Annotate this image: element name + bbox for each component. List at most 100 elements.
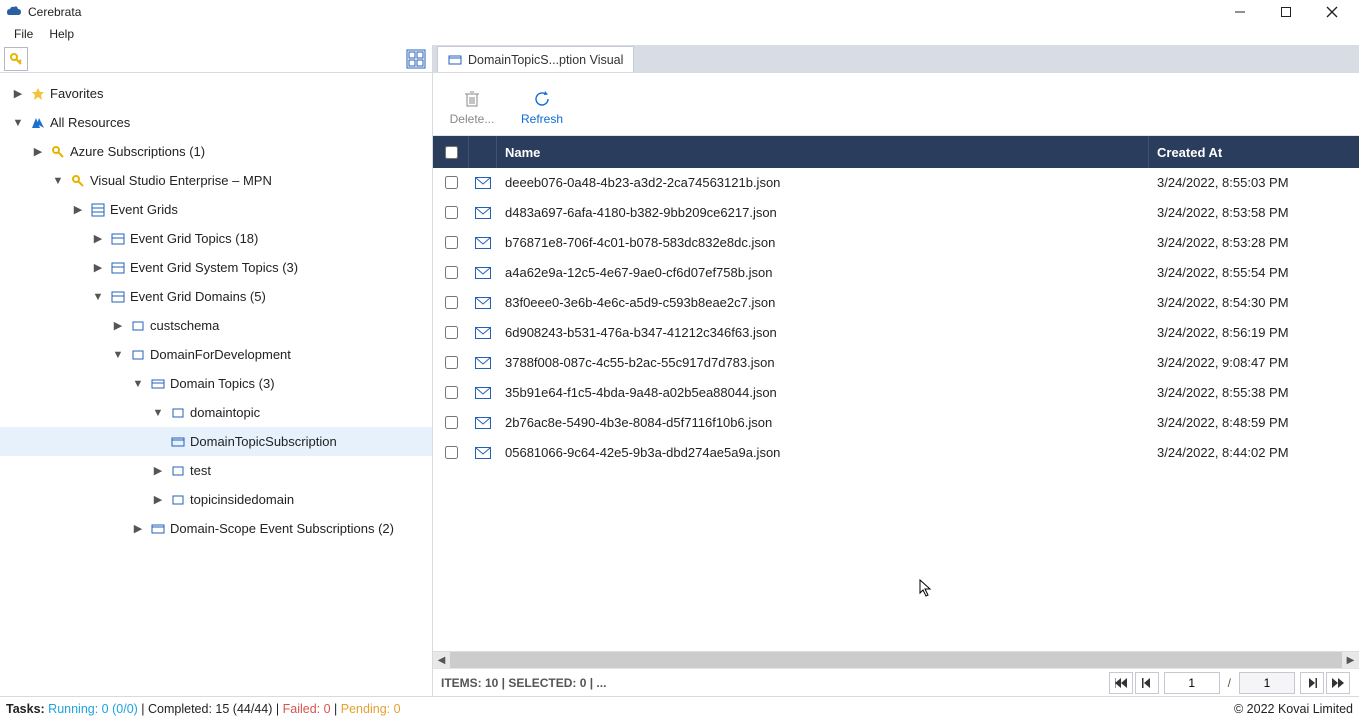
- tab-domaintopicsubscription[interactable]: DomainTopicS...ption Visual: [437, 46, 634, 72]
- topic-item-icon: [170, 492, 186, 508]
- tree-visual-studio-enterprise[interactable]: ▼ Visual Studio Enterprise – MPN: [0, 166, 432, 195]
- expand-icon[interactable]: ▶: [90, 261, 106, 274]
- content-panel: Delete... Refresh Name Created At deeeb0…: [433, 73, 1359, 696]
- delete-button[interactable]: Delete...: [445, 88, 499, 126]
- expand-icon[interactable]: ▶: [110, 319, 126, 332]
- status-pending[interactable]: Pending: 0: [341, 702, 401, 716]
- table-row[interactable]: d483a697-6afa-4180-b382-9bb209ce6217.jso…: [433, 198, 1359, 228]
- next-page-button[interactable]: [1300, 672, 1324, 694]
- tree-domaintopic[interactable]: ▼ domaintopic: [0, 398, 432, 427]
- close-button[interactable]: [1309, 0, 1355, 23]
- page-total: [1239, 672, 1295, 694]
- status-failed[interactable]: Failed: 0: [283, 702, 334, 716]
- row-checkbox[interactable]: [445, 416, 458, 429]
- app-title: Cerebrata: [28, 5, 1217, 19]
- maximize-button[interactable]: [1263, 0, 1309, 23]
- menu-help[interactable]: Help: [41, 25, 82, 43]
- expand-icon[interactable]: ▶: [10, 87, 26, 100]
- tree-all-resources[interactable]: ▼ All Resources: [0, 108, 432, 137]
- table-row[interactable]: 6d908243-b531-476a-b347-41212c346f63.jso…: [433, 318, 1359, 348]
- tree-azure-subscriptions[interactable]: ▶ Azure Subscriptions (1): [0, 137, 432, 166]
- row-checkbox[interactable]: [445, 446, 458, 459]
- select-all-checkbox[interactable]: [433, 136, 469, 168]
- tree-event-grid-topics[interactable]: ▶ Event Grid Topics (18): [0, 224, 432, 253]
- sidebar-tree[interactable]: ▶ Favorites ▼ All Resources ▶ Azure Subs…: [0, 73, 433, 696]
- horizontal-scrollbar[interactable]: ◀ ▶: [433, 651, 1359, 668]
- tree-custschema[interactable]: ▶ custschema: [0, 311, 432, 340]
- prev-page-button[interactable]: [1135, 672, 1159, 694]
- tree-test[interactable]: ▶ test: [0, 456, 432, 485]
- copyright: © 2022 Kovai Limited: [1234, 702, 1353, 716]
- envelope-icon: [469, 267, 497, 279]
- collapse-icon[interactable]: ▼: [90, 291, 106, 303]
- table-row[interactable]: 35b91e64-f1c5-4bda-9a48-a02b5ea88044.jso…: [433, 378, 1359, 408]
- table-row[interactable]: b76871e8-706f-4c01-b078-583dc832e8dc.jso…: [433, 228, 1359, 258]
- expand-icon[interactable]: ▶: [30, 145, 46, 158]
- row-created: 3/24/2022, 8:53:28 PM: [1149, 235, 1359, 250]
- row-checkbox[interactable]: [445, 386, 458, 399]
- expand-icon[interactable]: ▶: [150, 464, 166, 477]
- last-page-button[interactable]: [1326, 672, 1350, 694]
- titlebar: Cerebrata: [0, 0, 1359, 23]
- expand-icon[interactable]: ▶: [150, 493, 166, 506]
- collapse-icon[interactable]: ▼: [150, 407, 166, 419]
- status-running[interactable]: Running: 0 (0/0): [48, 702, 141, 716]
- table-row[interactable]: 05681066-9c64-42e5-9b3a-dbd274ae5a9a.jso…: [433, 438, 1359, 468]
- topic-icon: [110, 260, 126, 276]
- minimize-button[interactable]: [1217, 0, 1263, 23]
- row-created: 3/24/2022, 8:44:02 PM: [1149, 445, 1359, 460]
- row-created: 3/24/2022, 8:56:19 PM: [1149, 325, 1359, 340]
- row-checkbox[interactable]: [445, 266, 458, 279]
- row-checkbox[interactable]: [445, 356, 458, 369]
- table-row[interactable]: deeeb076-0a48-4b23-a3d2-2ca74563121b.jso…: [433, 168, 1359, 198]
- refresh-icon: [533, 88, 551, 110]
- expand-icon[interactable]: ▶: [70, 203, 86, 216]
- statusbar: Tasks: Running: 0 (0/0) | Completed: 15 …: [0, 696, 1359, 720]
- tree-favorites[interactable]: ▶ Favorites: [0, 79, 432, 108]
- tree-event-grid-system-topics[interactable]: ▶ Event Grid System Topics (3): [0, 253, 432, 282]
- envelope-icon: [469, 357, 497, 369]
- refresh-button[interactable]: Refresh: [515, 88, 569, 126]
- grid: Name Created At deeeb076-0a48-4b23-a3d2-…: [433, 136, 1359, 696]
- tree-event-grids[interactable]: ▶ Event Grids: [0, 195, 432, 224]
- expand-icon[interactable]: ▶: [90, 232, 106, 245]
- menu-file[interactable]: File: [6, 25, 41, 43]
- collapse-icon[interactable]: ▼: [50, 175, 66, 187]
- row-name: d483a697-6afa-4180-b382-9bb209ce6217.jso…: [497, 205, 1149, 220]
- grid-body[interactable]: deeeb076-0a48-4b23-a3d2-2ca74563121b.jso…: [433, 168, 1359, 651]
- column-created[interactable]: Created At: [1149, 136, 1359, 168]
- tree-domain-scope-subs[interactable]: ▶ Domain-Scope Event Subscriptions (2): [0, 514, 432, 543]
- envelope-icon: [469, 417, 497, 429]
- status-completed[interactable]: Completed: 15 (44/44): [148, 702, 276, 716]
- expand-icon[interactable]: ▶: [130, 522, 146, 535]
- table-row[interactable]: 83f0eee0-3e6b-4e6c-a5d9-c593b8eae2c7.jso…: [433, 288, 1359, 318]
- tree-domainfordevelopment[interactable]: ▼ DomainForDevelopment: [0, 340, 432, 369]
- table-row[interactable]: a4a62e9a-12c5-4e67-9ae0-cf6d07ef758b.jso…: [433, 258, 1359, 288]
- collapse-icon[interactable]: ▼: [130, 378, 146, 390]
- tree-event-grid-domains[interactable]: ▼ Event Grid Domains (5): [0, 282, 432, 311]
- tree-domain-topics[interactable]: ▼ Domain Topics (3): [0, 369, 432, 398]
- page-input[interactable]: [1164, 672, 1220, 694]
- collapse-icon[interactable]: ▼: [110, 349, 126, 361]
- collapse-icon[interactable]: ▼: [10, 117, 26, 129]
- first-page-button[interactable]: [1109, 672, 1133, 694]
- row-checkbox[interactable]: [445, 236, 458, 249]
- row-name: 3788f008-087c-4c55-b2ac-55c917d7d783.jso…: [497, 355, 1149, 370]
- row-checkbox[interactable]: [445, 326, 458, 339]
- row-name: 83f0eee0-3e6b-4e6c-a5d9-c593b8eae2c7.jso…: [497, 295, 1149, 310]
- row-checkbox[interactable]: [445, 206, 458, 219]
- row-created: 3/24/2022, 8:55:38 PM: [1149, 385, 1359, 400]
- tree-topicinsidedomain[interactable]: ▶ topicinsidedomain: [0, 485, 432, 514]
- row-checkbox[interactable]: [445, 296, 458, 309]
- scroll-right-icon[interactable]: ▶: [1342, 652, 1359, 668]
- layout-button[interactable]: [404, 47, 428, 71]
- column-name[interactable]: Name: [497, 136, 1149, 168]
- row-checkbox[interactable]: [445, 176, 458, 189]
- table-row[interactable]: 3788f008-087c-4c55-b2ac-55c917d7d783.jso…: [433, 348, 1359, 378]
- top-strip: DomainTopicS...ption Visual: [0, 45, 1359, 73]
- table-row[interactable]: 2b76ac8e-5490-4b3e-8084-d5f7116f10b6.jso…: [433, 408, 1359, 438]
- scroll-left-icon[interactable]: ◀: [433, 652, 450, 668]
- tree-domaintopicsubscription[interactable]: DomainTopicSubscription: [0, 427, 432, 456]
- key-button[interactable]: [4, 47, 28, 71]
- envelope-icon: [469, 177, 497, 189]
